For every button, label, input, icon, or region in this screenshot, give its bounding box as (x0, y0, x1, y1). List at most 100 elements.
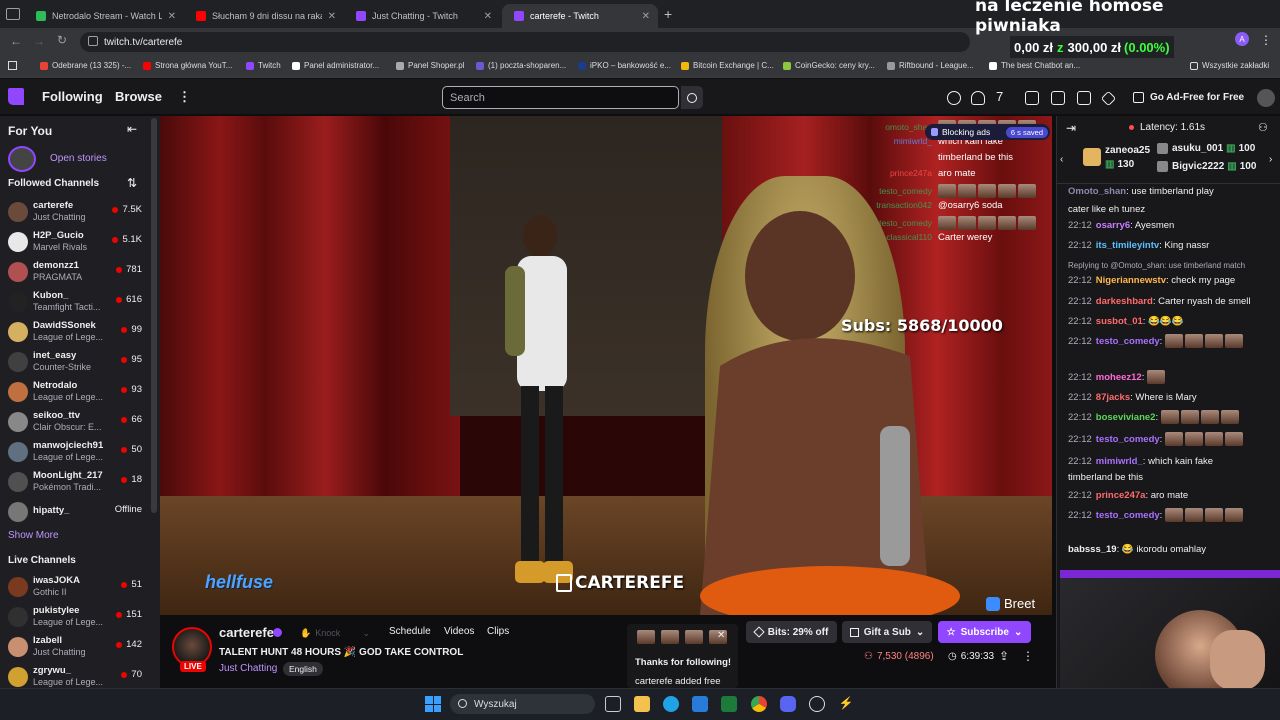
url-bar[interactable]: twitch.tv/carterefe (80, 32, 970, 52)
search-input[interactable]: Search (442, 86, 679, 109)
reload-button[interactable]: ↻ (57, 33, 67, 47)
tab-videos[interactable]: Videos (444, 626, 474, 637)
chat-username[interactable]: susbot_01 (1096, 316, 1143, 327)
tab-close-icon[interactable]: ✕ (484, 11, 492, 22)
apps-grid-icon[interactable] (8, 61, 17, 70)
sidebar-channel[interactable]: inet_easy Counter-Strike 95 (0, 348, 150, 378)
new-tab-button[interactable]: + (664, 6, 672, 22)
bookmark-item[interactable]: (1) poczta-shoparen... (476, 61, 566, 70)
back-button[interactable]: ← (10, 34, 22, 48)
sidebar-channel[interactable]: MoonLight_217 Pokémon Tradi... 18 (0, 468, 150, 498)
bookmark-item[interactable]: Strona główna YouT... (143, 61, 232, 70)
all-bookmarks[interactable]: Wszystkie zakładki (1190, 61, 1269, 70)
more-menu-icon[interactable]: ⋮ (178, 89, 191, 105)
sidebar-channel[interactable]: pukistylee League of Lege... 151 (0, 603, 150, 633)
tab-close-icon[interactable]: ✕ (168, 11, 176, 22)
chat-username[interactable]: babsss_19 (1068, 544, 1117, 555)
bookmark-item[interactable]: The best Chatbot an... (989, 61, 1080, 70)
sidebar-scrollbar[interactable] (151, 118, 157, 513)
prime-icon[interactable] (971, 91, 985, 105)
gifter-row[interactable]: asuku_001 ▥ 100 (1172, 143, 1255, 154)
drops-icon[interactable] (1025, 91, 1039, 105)
tag-english[interactable]: English (283, 662, 323, 676)
edge-icon[interactable] (663, 696, 679, 712)
excel-icon[interactable] (721, 696, 737, 712)
7tv-icon[interactable]: 7 (996, 89, 1010, 104)
start-button[interactable] (425, 696, 441, 712)
bookmark-item[interactable]: Twitch (246, 61, 281, 70)
share-icon[interactable]: ⇪ (999, 649, 1009, 663)
forward-button[interactable]: → (33, 34, 45, 48)
site-info-icon[interactable] (88, 36, 98, 46)
bookmark-item[interactable]: Odebrane (13 325) -... (40, 61, 131, 70)
browser-tab-youtube[interactable]: Słucham 9 dni dissu na raka ze ✕ (184, 4, 344, 28)
notif-close-icon[interactable]: ✕ (717, 630, 725, 641)
app-icon[interactable]: ⚡ (838, 696, 854, 712)
bits-button[interactable]: Bits: 29% off (746, 621, 837, 643)
obs-icon[interactable] (809, 696, 825, 712)
chat-username[interactable]: mimiwrld_ (1096, 456, 1143, 467)
sidebar-channel[interactable]: hipatty_ Offline (0, 498, 150, 528)
sidebar-channel[interactable]: seikoo_ttv Clair Obscur: E... 66 (0, 408, 150, 438)
store-icon[interactable] (692, 696, 708, 712)
nav-browse[interactable]: Browse (115, 89, 162, 104)
whispers-icon[interactable] (1077, 91, 1091, 105)
task-view-icon[interactable] (605, 696, 621, 712)
users-icon[interactable]: ⚇ (1258, 121, 1268, 134)
browser-tab-carterefe[interactable]: carterefe - Twitch ✕ (502, 4, 658, 28)
more-options-icon[interactable]: ⋮ (1022, 649, 1034, 663)
sidebar-channel[interactable]: Kubon_ Teamfight Tacti... 616 (0, 288, 150, 318)
search-button[interactable] (681, 86, 703, 109)
show-more-link[interactable]: Show More (8, 530, 59, 541)
collapse-sidebar-icon[interactable]: ⇤ (127, 122, 137, 136)
chat-username[interactable]: moheez12 (1096, 372, 1142, 383)
extension-icon[interactable] (947, 91, 961, 105)
gifter-name[interactable]: zaneoa25 (1105, 145, 1150, 156)
bookmark-item[interactable]: Panel administrator... (292, 61, 379, 70)
tab-schedule[interactable]: Schedule (389, 626, 431, 637)
chat-username[interactable]: prince247a (1096, 490, 1146, 501)
browser-tab-netrodalo[interactable]: Netrodalo Stream - Watch L ✕ (24, 4, 184, 28)
chevron-right-icon[interactable]: › (1269, 154, 1272, 165)
sidebar-channel[interactable]: H2P_Gucio Marvel Rivals 5.1K (0, 228, 150, 258)
chat-username[interactable]: osarry6 (1096, 220, 1130, 231)
sidebar-channel[interactable]: carterefe Just Chatting 7.5K (0, 198, 150, 228)
chat-username[interactable]: boseviviane2 (1096, 412, 1156, 423)
sidebar-channel[interactable]: Izabell Just Chatting 142 (0, 633, 150, 663)
chat-username[interactable]: testo_comedy (1096, 336, 1160, 347)
sidebar-channel[interactable]: zgrywu_ League of Lege... 70 (0, 663, 150, 688)
inbox-icon[interactable] (1051, 91, 1065, 105)
video-player[interactable]: omoto_shan mimiwrld_ which kain fake timber… (160, 116, 1052, 615)
go-ad-free-button[interactable]: Go Ad-Free for Free (1125, 88, 1245, 107)
file-explorer-icon[interactable] (634, 696, 650, 712)
knock-button[interactable]: ✋ Knock ⌄ (296, 625, 370, 641)
browser-tab-just-chatting[interactable]: Just Chatting - Twitch ✕ (344, 4, 500, 28)
bookmark-item[interactable]: iPKO – bankowość e... (578, 61, 671, 70)
chat-username[interactable]: its_timileyintv (1096, 240, 1159, 251)
chrome-icon[interactable] (751, 696, 767, 712)
browser-menu-icon[interactable]: ⋮ (1260, 33, 1272, 47)
nav-following[interactable]: Following (42, 89, 103, 104)
chat-username[interactable]: testo_comedy (1096, 510, 1160, 521)
stream-category[interactable]: Just Chatting (219, 663, 277, 674)
chat-username[interactable]: 87jacks (1096, 392, 1130, 403)
stories-avatar[interactable] (8, 146, 36, 172)
bookmark-item[interactable]: Panel Shoper.pl (396, 61, 465, 70)
tab-close-icon[interactable]: ✕ (642, 11, 650, 22)
chat-username[interactable]: Omoto_shan (1068, 186, 1126, 197)
chevron-left-icon[interactable]: ‹ (1060, 154, 1063, 165)
streamer-name[interactable]: carterefe (219, 625, 274, 640)
subscribe-button[interactable]: ☆ Subscribe ⌄ (938, 621, 1031, 643)
tab-search-icon[interactable] (6, 8, 20, 20)
sidebar-channel[interactable]: demonzz1 PRAGMATA 781 (0, 258, 150, 288)
bookmark-item[interactable]: CoinGecko: ceny kry... (783, 61, 875, 70)
taskbar-search[interactable]: Wyszukaj (450, 694, 595, 714)
gifter-row[interactable]: Bigvic2222 ▥ 100 (1172, 161, 1256, 172)
sidebar-channel[interactable]: iwasJOKA Gothic II 51 (0, 573, 150, 603)
bookmark-item[interactable]: Bitcoin Exchange | C... (681, 61, 774, 70)
profile-avatar[interactable]: A (1235, 32, 1249, 46)
sidebar-channel[interactable]: manwojciech91 League of Lege... 50 (0, 438, 150, 468)
tab-clips[interactable]: Clips (487, 626, 509, 637)
chat-username[interactable]: Nigeriannewstv (1096, 275, 1166, 286)
open-stories-link[interactable]: Open stories (50, 153, 107, 164)
